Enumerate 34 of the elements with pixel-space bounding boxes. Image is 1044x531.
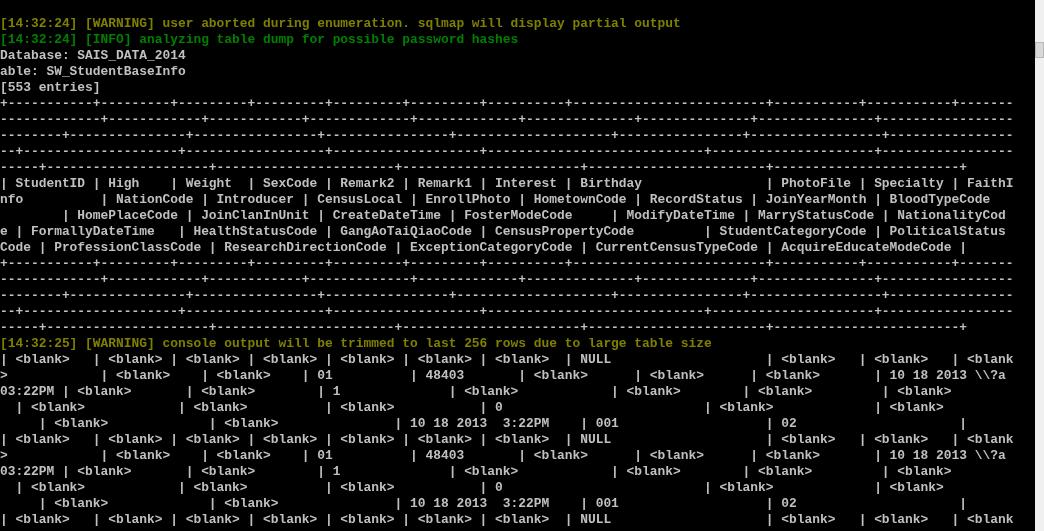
console-line: +-----------+---------+---------+---------+---------+---------+----------+-------------------------+-----------+-----------+------- xyxy=(0,256,1015,272)
console-line: | <blank> | <blank> | 10 18 2013 3:22PM | 001 | 02 | xyxy=(37,496,968,512)
console-line: e | FormallyDateTime | HealthStatusCode | GangAoTaiQiaoCode | CensusPropertyCode | StudentCategoryCode | PoliticalStatus xyxy=(0,224,1007,240)
console-line: | StudentID | High | Weight | SexCode | Remark2 | Remark1 | Interest | Birthday | PhotoFile | Specialty | FaithI xyxy=(0,176,1015,192)
console-line: | <blank> | <blank> | <blank> | 0 | <blank> | <blank> xyxy=(14,400,945,416)
console-line: --------+---------------+----------------+----------------+--------------------+----------------+-----------------+---------------- xyxy=(0,128,1015,144)
console-line: [14:32:24] [WARNING] user aborted during enumeration. sqlmap will display partial output xyxy=(0,16,682,32)
console-line: -----+---------------------+-----------------------+-----------------------+-----------------------+------------------------+ xyxy=(0,320,968,336)
console-line: 03:22PM | <blank> | <blank> | 1 | <blank> | <blank> | <blank> | <blank> xyxy=(0,464,953,480)
console-line: Code | ProfessionClassCode | ResearchDirectionCode | ExceptionCategoryCode | CurrentCensusTypeCode | AcquireEducateModeCode | xyxy=(0,240,968,256)
console-line: -------------+------------+------------+-------------+-------------+--------------+--------------+---------------+----------------- xyxy=(0,272,1015,288)
console-line: | HomePlaceCode | JoinClanInUnit | CreateDateTime | FosterModeCode | ModifyDateTime | MarryStatusCode | NationalityCod xyxy=(60,208,1007,224)
console-line: | <blank> | <blank> | <blank> | <blank> | <blank> | <blank> | <blank> | NULL | <blank> | <blank> | <blank xyxy=(0,512,1015,528)
scrollbar-thumb[interactable] xyxy=(1035,42,1044,58)
console-line: [553 entries] xyxy=(0,80,102,96)
console-line: [14:32:24] [INFO] analyzing table dump for possible password hashes xyxy=(0,32,520,48)
console-line: --+--------------------+------------------+-------------------+----------------------------+---------------------+----------------- xyxy=(0,144,1015,160)
console-line: 03:22PM | <blank> | <blank> | 1 | <blank> | <blank> | <blank> | <blank> xyxy=(0,384,953,400)
console-line: Database: SAIS_DATA_2014 xyxy=(0,48,187,64)
console-line: +-----------+---------+---------+---------+---------+---------+----------+-------------------------+-----------+-----------+------- xyxy=(0,96,1015,112)
console-line: --+--------------------+------------------+-------------------+----------------------------+---------------------+----------------- xyxy=(0,304,1015,320)
console-line: | <blank> | <blank> | <blank> | 0 | <blank> | <blank> xyxy=(14,480,945,496)
console-line: -------------+------------+------------+-------------+-------------+--------------+--------------+---------------+----------------- xyxy=(0,112,1015,128)
console-line: | <blank> | <blank> | <blank> | <blank> | <blank> | <blank> | <blank> | NULL | <blank> | <blank> | <blank xyxy=(0,432,1015,448)
console-line: able: SW_StudentBaseInfo xyxy=(0,64,187,80)
console-line: | <blank> | <blank> | <blank> | <blank> | <blank> | <blank> | <blank> | NULL | <blank> | <blank> | <blank xyxy=(0,352,1015,368)
console-line: nfo | NationCode | Introducer | CensusLocal | EnrollPhoto | HometownCode | RecordStatus | JoinYearMonth | BloodTypeCode xyxy=(0,192,992,208)
console-line: | <blank> | <blank> | 10 18 2013 3:22PM | 001 | 02 | xyxy=(37,416,968,432)
console-line: > | <blank> | <blank> | 01 | 48403 | <blank> | <blank> | <blank> | 10 18 2013 \\?a xyxy=(0,368,1007,384)
scrollbar[interactable] xyxy=(1035,0,1044,531)
console-line: --------+---------------+----------------+----------------+--------------------+----------------+-----------------+---------------- xyxy=(0,288,1015,304)
console-line: -----+---------------------+-----------------------+-----------------------+-----------------------+------------------------+ xyxy=(0,160,968,176)
console-line: [14:32:25] [WARNING] console output will be trimmed to last 256 rows due to large table size xyxy=(0,336,713,352)
console-line: > | <blank> | <blank> | 01 | 48403 | <blank> | <blank> | <blank> | 10 18 2013 \\?a xyxy=(0,448,1007,464)
